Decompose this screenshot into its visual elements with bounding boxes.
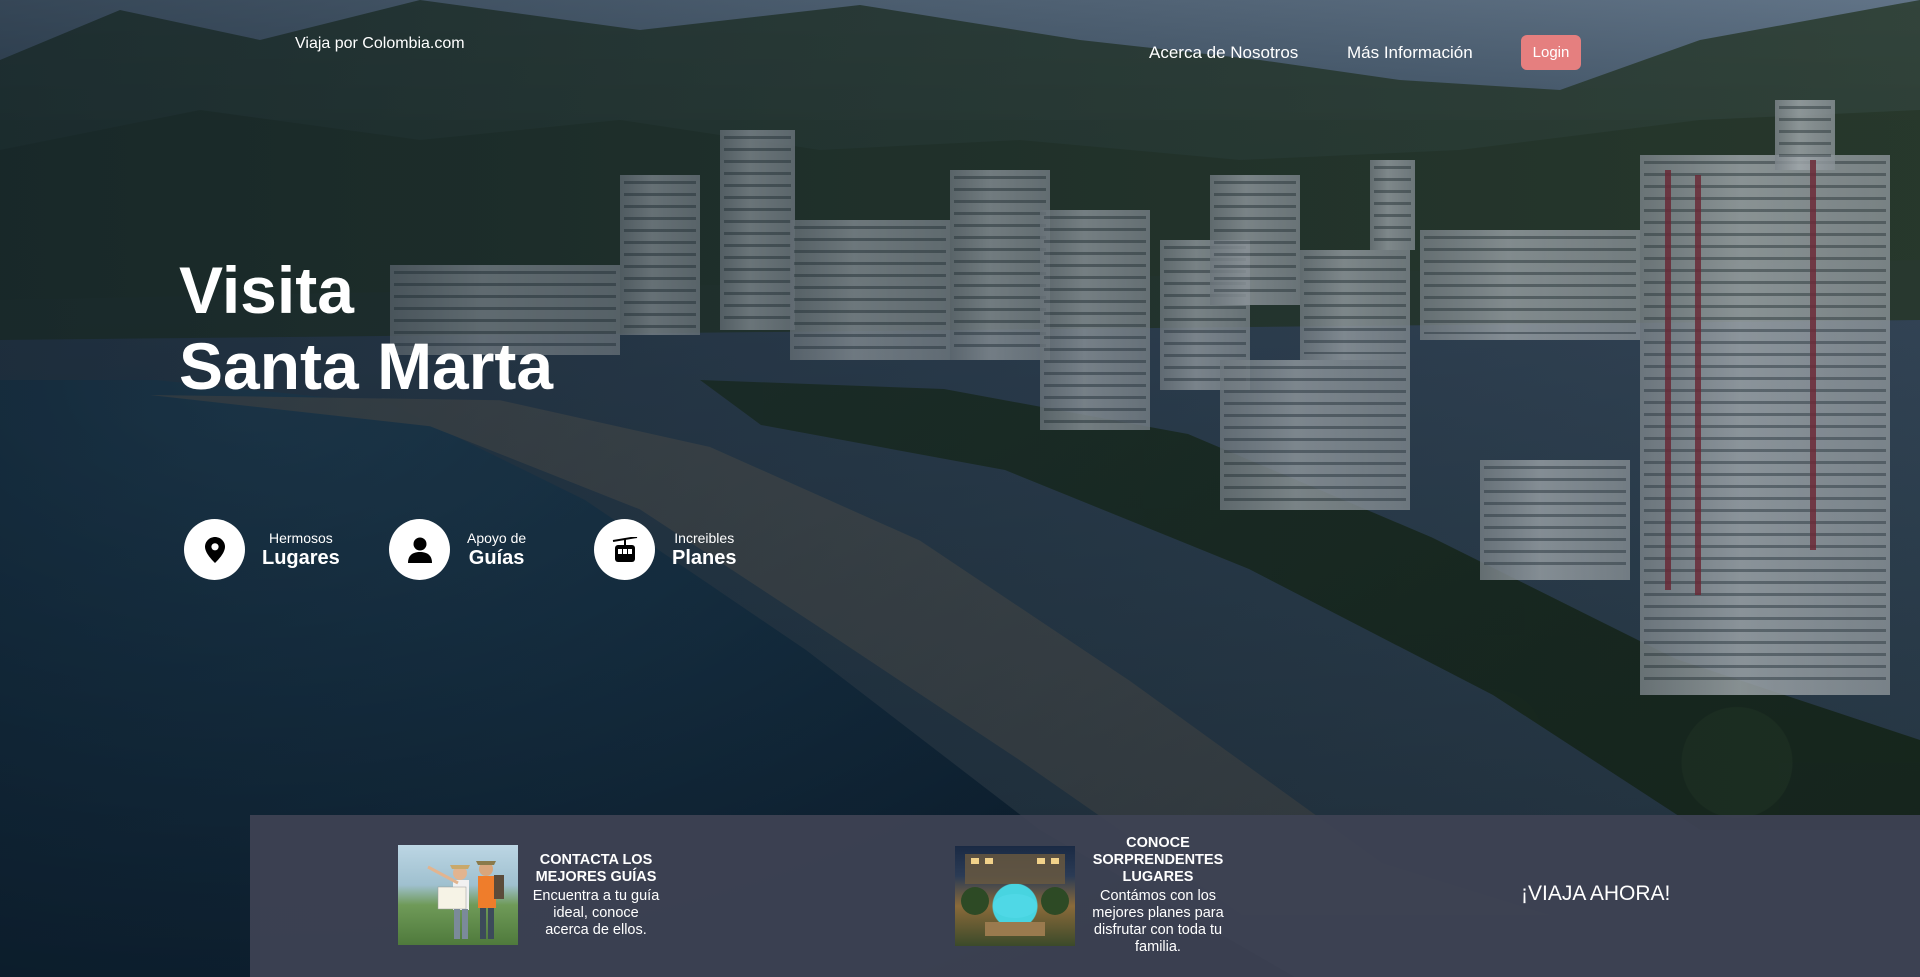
resort-photo [955,845,1075,946]
hero-title-line-2: Santa Marta [179,329,554,403]
feature-small-label: Increibles [674,529,735,546]
login-button[interactable]: Login [1521,35,1581,70]
info-strip: CONTACTA LOS MEJORES GUÍAS Encuentra a t… [250,815,1920,977]
nav-link-about[interactable]: Acerca de Nosotros [1149,43,1298,63]
feature-small-label: Apoyo de [467,529,527,546]
feature-guides: Apoyo de Guías [389,519,526,580]
guides-photo [398,845,518,945]
feature-big-label: Planes [672,546,737,569]
hero-title-line-1: Visita [179,253,354,327]
cable-car-icon [612,536,637,562]
feature-big-label: Lugares [262,546,340,569]
feature-icon-circle [184,519,245,580]
travel-now-link[interactable]: ¡VIAJA AHORA! [1521,882,1670,906]
card-text: CONTACTA LOS MEJORES GUÍAS Encuentra a t… [531,852,661,939]
card-description: Contámos con los mejores planes para dis… [1092,888,1224,955]
feature-text: Apoyo de Guías [467,530,526,570]
travelers-illustration [427,861,504,939]
resort-pool-illustration [961,853,1069,936]
feature-icon-circle [389,519,450,580]
feature-plans: Increibles Planes [594,519,736,580]
card-title: CONOCE SORPRENDENTES LUGARES [1092,835,1224,885]
card-description: Encuentra a tu guía ideal, conoce acerca… [532,887,660,938]
hero-title: Visita Santa Marta [179,252,553,404]
feature-icon-circle [594,519,655,580]
card-title: CONTACTA LOS MEJORES GUÍAS [535,851,657,885]
feature-small-label: Hermosos [269,529,333,546]
feature-text: Hermosos Lugares [262,530,340,570]
nav-link-more-info[interactable]: Más Información [1347,43,1473,63]
card-places[interactable]: CONOCE SORPRENDENTES LUGARES Contámos co… [955,835,1228,956]
brand-logo[interactable]: Viaja por Colombia.com [295,35,465,53]
person-icon [407,537,432,563]
feature-text: Increibles Planes [672,530,736,570]
card-text: CONOCE SORPRENDENTES LUGARES Contámos co… [1088,835,1228,956]
feature-big-label: Guías [468,546,525,569]
feature-places: Hermosos Lugares [184,519,340,580]
location-pin-icon [204,536,225,563]
card-guides[interactable]: CONTACTA LOS MEJORES GUÍAS Encuentra a t… [398,845,661,945]
